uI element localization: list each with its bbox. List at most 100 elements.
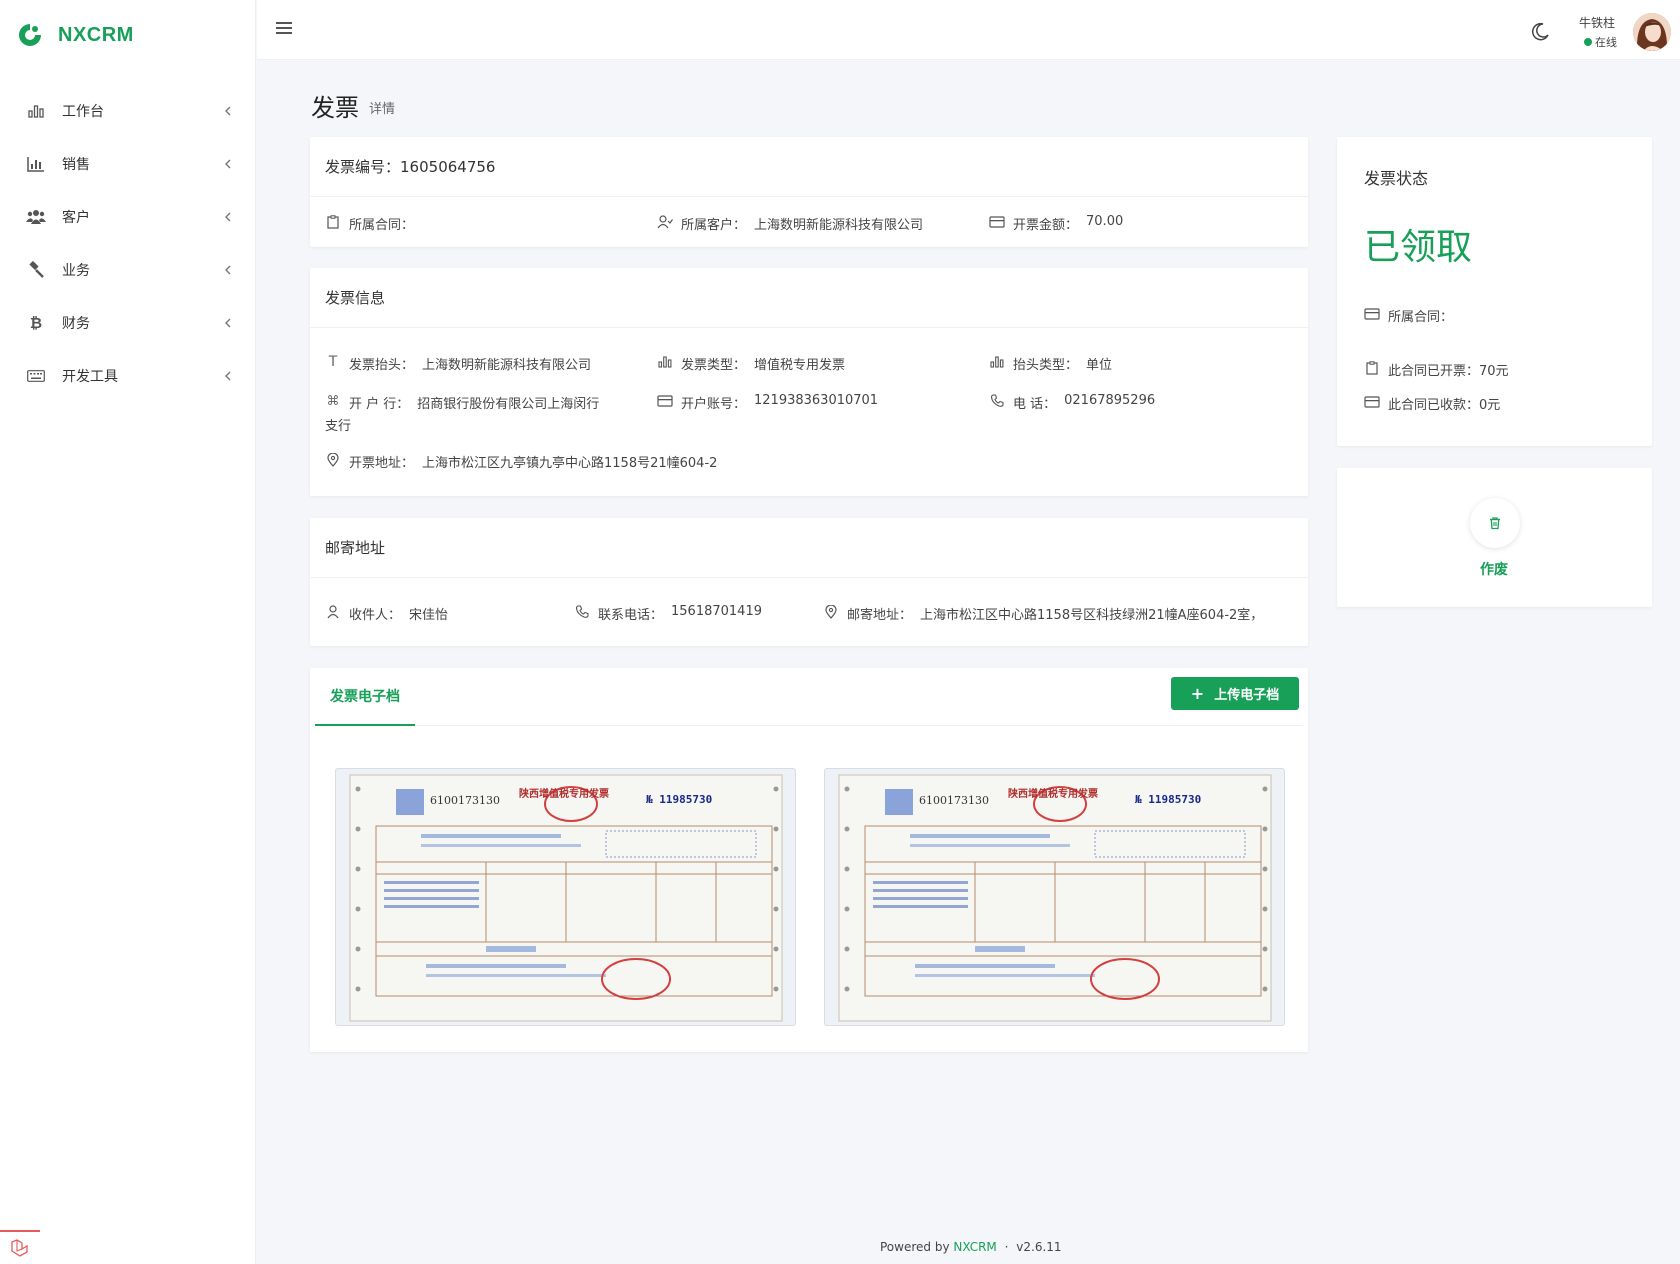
status-invoiced-label: 此合同已开票：: [1388, 364, 1480, 379]
text-icon: T: [328, 354, 338, 370]
sidebar-item-finance[interactable]: ₿ 财务: [0, 296, 255, 349]
footer-version: v2.6.11: [1016, 1240, 1062, 1254]
command-icon: ⌘: [326, 393, 340, 409]
invoice-scan-graphic: 6100173130 陕西增值税专用发票 № 11985730: [349, 774, 783, 1022]
status-received-field: 此合同已收款： 0元: [1364, 394, 1500, 413]
sidebar-item-sales[interactable]: 销售: [0, 137, 255, 190]
upload-e-invoice-button[interactable]: + 上传电子档: [1171, 677, 1299, 710]
laravel-icon[interactable]: [0, 1230, 40, 1264]
invoice-title: 陕西增值税专用发票: [519, 787, 609, 800]
brand[interactable]: NXCRM: [0, 0, 255, 70]
invoice-type-value: 增值税专用发票: [754, 358, 846, 373]
map-pin-icon: [823, 604, 839, 620]
page-title: 发票: [311, 94, 359, 122]
footer-separator: ·: [1004, 1240, 1009, 1254]
keyboard-icon: [26, 366, 46, 386]
invoice-code: 6100173130: [919, 794, 989, 807]
invoice-number-value: 1605064756: [400, 157, 496, 176]
phone-icon: [989, 393, 1005, 409]
user-check-icon: [657, 214, 673, 230]
invoice-image[interactable]: 6100173130 陕西增值税专用发票 № 11985730: [824, 768, 1285, 1026]
invoice-summary-card: 发票编号： 1605064756 所属合同： 所属客户： 上海数明新能源科技有限…: [310, 137, 1308, 247]
menu-toggle-icon[interactable]: [275, 19, 295, 37]
account-value: 121938363010701: [754, 393, 879, 408]
sidebar-item-business[interactable]: 业务: [0, 243, 255, 296]
footer-brand-link[interactable]: NXCRM: [953, 1240, 996, 1254]
sidebar-item-label: 客户: [62, 209, 90, 226]
sidebar-item-label: 业务: [62, 262, 90, 279]
invoice-type-label: 发票类型：: [681, 358, 747, 373]
trash-icon: [1490, 517, 1500, 530]
phone-label: 电 话：: [1013, 397, 1057, 412]
page-subtitle: 详情: [369, 102, 396, 117]
invoice-number-row: 发票编号： 1605064756: [310, 137, 1308, 197]
void-button[interactable]: [1470, 498, 1520, 548]
gavel-icon: [26, 260, 46, 280]
sidebar-item-customers[interactable]: 客户: [0, 190, 255, 243]
top-header: 牛铁柱 在线: [257, 0, 1680, 60]
invoice-title-label: 发票抬头：: [349, 358, 415, 373]
sidebar-item-devtools[interactable]: 开发工具: [0, 349, 255, 402]
chevron-left-icon: [225, 159, 231, 168]
sidebar-item-workbench[interactable]: 工作台: [0, 84, 255, 137]
invoice-info-card: 发票信息 T 发票抬头： 上海数明新能源科技有限公司 发票类型： 增值税专用发票…: [310, 268, 1308, 496]
user-icon: [325, 604, 341, 620]
online-dot-icon: [1584, 38, 1592, 46]
user-name[interactable]: 牛铁柱: [1579, 14, 1615, 31]
sidebar-item-label: 开发工具: [62, 368, 118, 385]
account-field: 开户账号： 121938363010701: [657, 393, 878, 412]
amount-field: 开票金额： 70.00: [989, 214, 1123, 233]
chevron-left-icon: [225, 318, 231, 327]
mailing-address-card: 邮寄地址 收件人： 宋佳怡 联系电话： 15618701419 邮寄地址： 上海…: [310, 518, 1308, 646]
mailing-header: 邮寄地址: [310, 518, 1308, 578]
bar-chart-icon: [657, 354, 673, 370]
recipient-label: 收件人：: [349, 608, 402, 623]
account-label: 开户账号：: [681, 397, 747, 412]
status-title: 发票状态: [1364, 169, 1429, 188]
status-value: 已领取: [1364, 227, 1473, 268]
bank-value: 招商银行股份有限公司上海闵行: [417, 397, 600, 412]
invoice-address-value: 上海市松江区九亭镇九亭中心路1158号21幢604-2: [422, 456, 718, 471]
sidebar-item-label: 工作台: [62, 103, 104, 120]
sidebar-item-label: 财务: [62, 315, 90, 332]
bank-label: 开 户 行：: [349, 397, 410, 412]
void-label[interactable]: 作废: [1480, 559, 1508, 579]
map-pin-icon: [325, 452, 341, 468]
mailing-address-label: 邮寄地址：: [847, 608, 913, 623]
clipboard-icon: [1364, 360, 1380, 376]
chevron-left-icon: [225, 106, 231, 115]
avatar[interactable]: [1633, 13, 1671, 51]
amount-label: 开票金额：: [1013, 218, 1079, 233]
customer-value[interactable]: 上海数明新能源科技有限公司: [754, 214, 923, 233]
status-invoiced-field: 此合同已开票： 70元: [1364, 360, 1509, 379]
clipboard-icon: [325, 214, 341, 230]
mailing-address-value: 上海市松江区中心路1158号区科技绿洲21幢A座604-2室，: [920, 608, 1264, 623]
invoice-title-value: 上海数明新能源科技有限公司: [422, 358, 592, 373]
invoice-title-field: T 发票抬头： 上海数明新能源科技有限公司: [325, 354, 591, 373]
invoice-image[interactable]: 6100173130 陕西增值税专用发票 № 11985730: [335, 768, 796, 1026]
plus-icon: +: [1190, 684, 1205, 703]
recipient-field: 收件人： 宋佳怡: [325, 604, 448, 623]
phone-icon: [574, 604, 590, 620]
invoice-info-header: 发票信息: [310, 268, 1308, 328]
title-type-field: 抬头类型： 单位: [989, 354, 1112, 373]
sidebar-item-label: 销售: [62, 156, 90, 173]
mailing-phone-label: 联系电话：: [598, 608, 664, 623]
tab-divider: [315, 725, 1303, 726]
phone-value: 02167895296: [1064, 393, 1156, 408]
moon-icon[interactable]: [1530, 22, 1550, 42]
credit-card-icon: [1364, 306, 1380, 322]
sidebar-menu: 工作台 销售 客户 业务 ₿ 财务 开发工具: [0, 84, 255, 402]
footer-powered: Powered by: [880, 1240, 950, 1254]
status-contract-label: 所属合同：: [1388, 310, 1454, 325]
tab-e-invoice[interactable]: 发票电子档: [315, 668, 415, 726]
users-icon: [26, 207, 46, 227]
invoice-code: 6100173130: [430, 794, 500, 807]
invoice-type-field: 发票类型： 增值税专用发票: [657, 354, 845, 373]
brand-name: NXCRM: [58, 23, 134, 46]
invoice-number: № 11985730: [1135, 793, 1201, 806]
status-invoiced-value: 70元: [1479, 364, 1509, 379]
footer: Powered by NXCRM · v2.6.11: [880, 1240, 1062, 1254]
contract-label: 所属合同：: [349, 218, 415, 233]
sidebar: NXCRM 工作台 销售 客户 业务 ₿ 财务 开发工具: [0, 0, 256, 1264]
